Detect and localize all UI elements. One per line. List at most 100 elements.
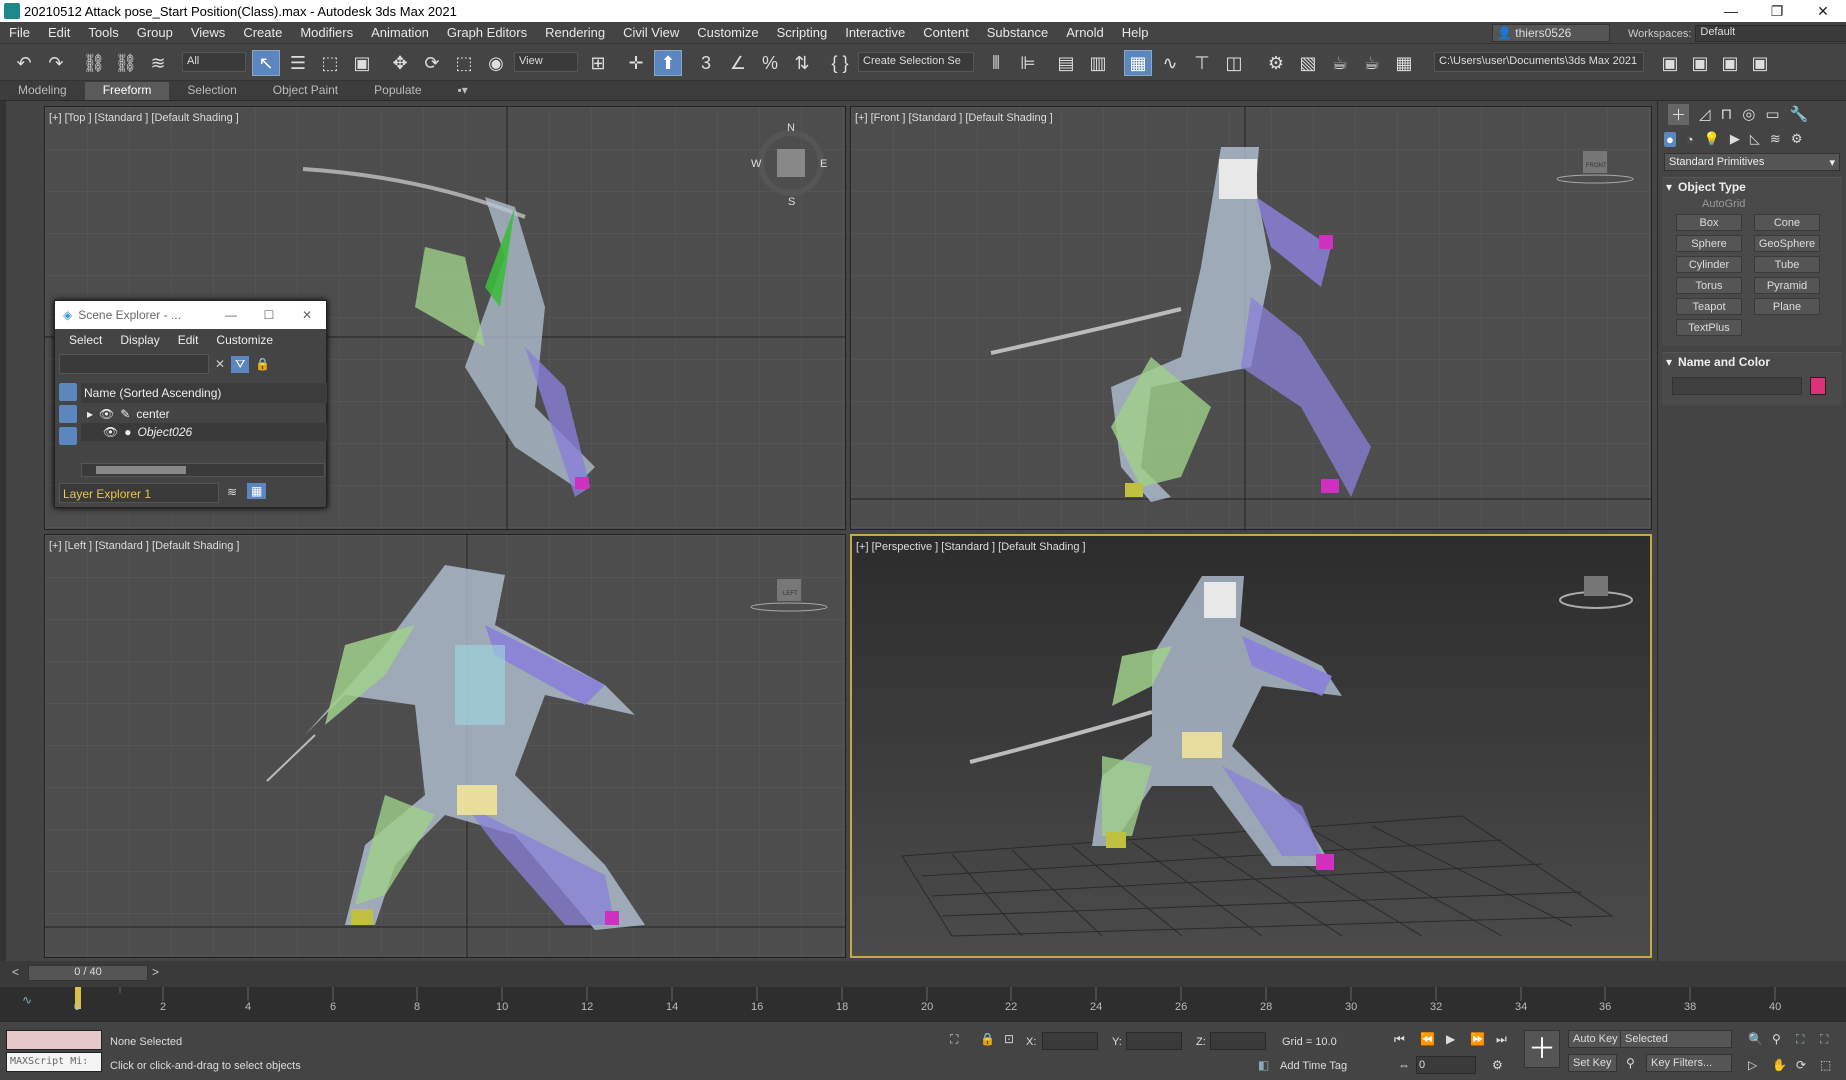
visibility-eye-icon[interactable]: 👁 [103,425,118,439]
project-new-icon[interactable]: ▣ [1746,50,1774,76]
menu-file[interactable]: File [0,25,39,40]
menu-customize[interactable]: Customize [688,25,767,40]
play-icon[interactable]: ▶ [1446,1032,1455,1046]
modify-tab-icon[interactable]: ◿ [1699,105,1711,123]
key-set-dropdown[interactable]: Selected [1620,1030,1732,1048]
undo-icon[interactable]: ↶ [10,50,38,76]
se-display-geometry-icon[interactable] [59,405,77,423]
scene-explorer-close-button[interactable]: ✕ [288,308,326,322]
tube-button[interactable]: Tube [1754,256,1820,273]
viewport-front[interactable]: [+] [Front ] [Standard ] [Default Shadin… [850,106,1652,530]
menu-tools[interactable]: Tools [79,25,127,40]
close-button[interactable]: ✕ [1800,0,1846,22]
edit-named-selection-icon[interactable]: { } [826,50,854,76]
se-display-lights-icon[interactable] [59,427,77,445]
set-key-button[interactable]: Set Key [1568,1054,1617,1072]
auto-key-button[interactable]: Auto Key [1568,1030,1623,1048]
render-setup-icon[interactable]: ⚙ [1262,50,1290,76]
schematic-view-icon[interactable]: ⊤ [1188,50,1216,76]
scene-explorer-maximize-button[interactable]: ☐ [250,308,288,322]
se-filter-icon[interactable]: ⛛ [231,355,250,373]
se-clear-icon[interactable]: ✕ [215,357,225,371]
shapes-icon[interactable]: ◔ [1686,132,1694,147]
space-warps-icon[interactable]: ≋ [1770,131,1781,147]
viewport-left-label[interactable]: [+] [Left ] [Standard ] [Default Shading… [49,540,239,552]
menu-content[interactable]: Content [914,25,978,40]
zoom-all-icon[interactable]: ⚲ [1772,1032,1781,1046]
go-to-end-icon[interactable]: ⏭ [1496,1032,1507,1047]
ribbon-options-icon[interactable]: ▪▾ [440,82,486,100]
y-coordinate-field[interactable] [1126,1032,1182,1050]
menu-civil-view[interactable]: Civil View [614,25,688,40]
se-scroll-thumb[interactable] [96,466,186,474]
placement-icon[interactable]: ◉ [482,50,510,76]
open-project-icon[interactable]: ▣ [1686,50,1714,76]
zoom-icon[interactable]: 🔍 [1748,1032,1763,1046]
percent-snap-icon[interactable]: % [756,50,784,76]
reference-coordinate-dropdown[interactable]: View [514,52,578,72]
z-coordinate-field[interactable] [1210,1032,1266,1050]
systems-icon[interactable]: ⚙ [1791,131,1803,147]
cameras-icon[interactable]: ▶ [1730,131,1740,147]
scale-icon[interactable]: ⬚ [450,50,478,76]
redo-icon[interactable]: ↷ [42,50,70,76]
tab-populate[interactable]: Populate [356,82,439,100]
primitive-type-dropdown[interactable]: Standard Primitives ▾ [1664,153,1840,171]
mirror-icon[interactable]: ⫴ [982,50,1010,76]
se-search-input[interactable] [59,354,209,374]
torus-button[interactable]: Torus [1676,277,1742,294]
prev-frame-icon[interactable]: < [12,965,19,979]
named-selection-set-dropdown[interactable]: Create Selection Se [858,52,974,72]
scene-explorer-minimize-button[interactable]: — [212,308,250,322]
se-menu-customize[interactable]: Customize [216,333,273,347]
helpers-icon[interactable]: ◺ [1750,131,1760,147]
lights-icon[interactable]: 💡 [1704,131,1720,147]
select-by-name-icon[interactable]: ☰ [284,50,312,76]
next-frame-button-icon[interactable]: ⏩ [1470,1032,1485,1046]
project-folder-icon[interactable]: ▣ [1656,50,1684,76]
pan-icon[interactable]: ✋ [1772,1058,1787,1072]
viewport-top-label[interactable]: [+] [Top ] [Standard ] [Default Shading … [49,112,239,124]
user-account-dropdown[interactable]: 👤 thiers0526 [1492,24,1610,42]
project-settings-icon[interactable]: ▣ [1716,50,1744,76]
maxscript-listener-top[interactable] [6,1030,102,1050]
project-path-dropdown[interactable]: C:\Users\user\Documents\3ds Max 2021 [1434,52,1644,72]
align-icon[interactable]: ⊫ [1014,50,1042,76]
cone-button[interactable]: Cone [1754,214,1820,231]
bind-spacewarp-icon[interactable]: ≋ [144,50,172,76]
se-column-header[interactable]: Name (Sorted Ascending) [81,383,327,403]
selection-filter-dropdown[interactable]: All [182,52,246,72]
viewport-front-label[interactable]: [+] [Front ] [Standard ] [Default Shadin… [855,112,1053,124]
autogrid-checkbox[interactable]: AutoGrid [1662,196,1842,210]
utilities-tab-icon[interactable]: 🔧 [1790,105,1809,123]
rect-selection-icon[interactable]: ⬚ [316,50,344,76]
cylinder-button[interactable]: Cylinder [1676,256,1742,273]
display-tab-icon[interactable]: ▭ [1765,105,1779,123]
time-tag-icon[interactable]: ◧ [1258,1058,1269,1072]
x-coordinate-field[interactable] [1042,1032,1098,1050]
absolute-mode-icon[interactable]: ⊡ [1004,1032,1014,1046]
snaps-toggle-icon[interactable]: 3 [692,50,720,76]
object-color-swatch[interactable] [1810,377,1826,395]
pivot-center-icon[interactable]: ⊞ [584,50,612,76]
layer-hierarchy-icon[interactable]: ▦ [247,483,267,499]
layer-explorer-icon[interactable]: ▥ [1084,50,1112,76]
visibility-eye-icon[interactable]: 👁 [99,407,114,421]
render-iterative-icon[interactable]: ☕ [1358,50,1386,76]
curve-editor-icon[interactable]: ∿ [1156,50,1184,76]
menu-scripting[interactable]: Scripting [768,25,837,40]
se-row-object026[interactable]: 👁 ● Object026 [81,423,327,441]
menu-arnold[interactable]: Arnold [1057,25,1113,40]
unlink-icon[interactable]: ⛓ [112,50,140,76]
key-filters-button[interactable]: Key Filters... [1646,1054,1732,1072]
plane-button[interactable]: Plane [1754,298,1820,315]
menu-rendering[interactable]: Rendering [536,25,614,40]
menu-interactive[interactable]: Interactive [836,25,914,40]
workspace-dropdown[interactable]: Default [1695,25,1846,42]
geosphere-button[interactable]: GeoSphere [1754,235,1820,252]
tab-modeling[interactable]: Modeling [0,82,85,100]
select-object-icon[interactable]: ↖ [252,50,280,76]
angle-snap-icon[interactable]: ∠ [724,50,752,76]
scene-explorer-titlebar[interactable]: ◈ Scene Explorer - ... — ☐ ✕ [55,301,326,329]
key-mode-icon[interactable]: ⇔ [1398,1058,1410,1072]
